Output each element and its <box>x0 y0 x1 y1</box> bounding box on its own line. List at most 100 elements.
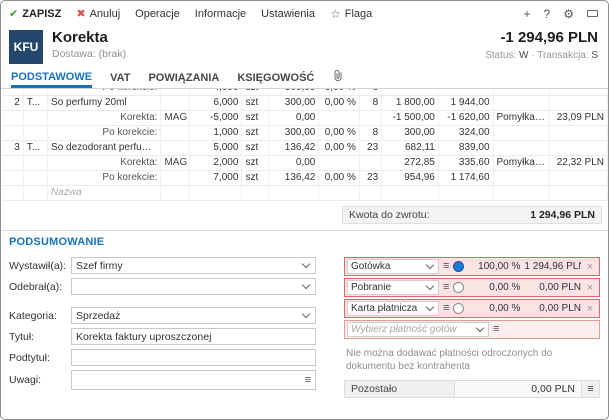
payment-row: Pobranie ≡ 0,00 % 0,00 PLN × <box>344 278 600 297</box>
help-icon[interactable]: ? <box>544 7 551 21</box>
payment-options-icon[interactable]: ≡ <box>443 282 449 293</box>
cell-discount[interactable]: 0,00 % <box>318 140 360 156</box>
cell-reason[interactable]: Pomyłka w i... <box>493 110 551 126</box>
cell-gross: -1 620,00 <box>438 110 494 126</box>
cell-unit: szt <box>241 110 269 126</box>
cell-discount[interactable]: 0,00 % <box>318 89 360 96</box>
cell-discount: 0,00 % <box>318 125 360 141</box>
cell-reason[interactable]: Pomyłka w i... <box>493 155 551 171</box>
chevron-down-icon <box>425 260 435 270</box>
payment-options-icon[interactable]: ≡ <box>443 261 449 272</box>
cell-type: T... <box>23 140 49 156</box>
payment-type-select[interactable]: Gotówka <box>347 259 439 274</box>
status-label: Status: <box>485 50 517 61</box>
table-row-correction: Korekta: MAG -5,000 szt 0,00 -1 500,00 -… <box>3 110 608 126</box>
payment-options-icon[interactable]: ≡ <box>443 303 449 314</box>
menu-informacje[interactable]: Informacje <box>195 8 246 20</box>
cell-price[interactable]: 0,00 <box>268 110 320 126</box>
cell-vat[interactable]: 23 <box>359 140 383 156</box>
notes-label: Uwagi: <box>9 374 42 386</box>
received-by-select[interactable] <box>71 278 316 295</box>
save-button[interactable]: ✔ ZAPISZ <box>9 7 61 21</box>
remaining-value: 0,00 PLN <box>455 381 581 397</box>
cell-type: T... <box>23 95 49 111</box>
document-subtitle[interactable]: Dostawa: (brak) <box>52 48 126 60</box>
document-header: KFU Korekta Dostawa: (brak) -1 294,96 PL… <box>1 26 608 68</box>
cell-lp: 2 <box>3 95 24 111</box>
payment-options-icon[interactable]: ≡ <box>493 324 499 335</box>
cell-gross: 839,00 <box>438 140 494 156</box>
payment-radio[interactable] <box>453 303 465 314</box>
settings-gear-icon[interactable]: ⚙ <box>563 7 574 21</box>
payment-percent[interactable]: 100,00 % <box>468 261 520 272</box>
chevron-down-icon <box>425 302 435 312</box>
flag-button[interactable]: ☆ Flaga <box>330 7 372 21</box>
payment-row: Karta płatnicza ≡ 0,00 % 0,00 PLN × <box>344 299 600 318</box>
menu-operacje[interactable]: Operacje <box>135 8 180 20</box>
cancel-button-label: Anuluj <box>89 7 121 20</box>
cell-qty[interactable]: -5,000 <box>189 110 243 126</box>
cell-warehouse[interactable]: MAG <box>160 155 190 171</box>
tab-ksiegowosc[interactable]: KSIĘGOWOŚĆ <box>237 72 314 88</box>
document-type-badge: KFU <box>9 30 43 64</box>
remove-payment-icon[interactable]: × <box>585 261 595 273</box>
tab-vat[interactable]: VAT <box>110 72 130 88</box>
tab-attachments[interactable] <box>332 69 344 88</box>
cell-qty: 7,000 <box>189 170 243 186</box>
cell-vat: 8 <box>359 125 383 141</box>
tab-podstawowe[interactable]: PODSTAWOWE <box>11 71 93 88</box>
add-payment-row: Wybierz płatność gotów ≡ <box>344 320 600 339</box>
cell-name[interactable]: So dezodorant perfumowa... <box>47 140 162 156</box>
payment-radio[interactable] <box>453 261 465 272</box>
remaining-label: Pozostało <box>345 381 455 397</box>
cell-gross: 335,60 <box>438 155 494 171</box>
transaction-value: S <box>591 50 598 61</box>
star-icon: ☆ <box>329 6 341 21</box>
payment-radio[interactable] <box>453 282 465 293</box>
cancel-button[interactable]: ✖ Anuluj <box>76 7 121 21</box>
subtitle-input[interactable] <box>71 349 316 366</box>
cell-vat[interactable]: 8 <box>359 95 383 111</box>
collapse-panel-icon[interactable] <box>587 10 598 17</box>
payment-type-value: Pobranie <box>351 282 392 293</box>
add-window-icon[interactable]: + <box>524 7 531 21</box>
table-row-after-correction: Po korekcie: 7,000 szt 136,42 0,00 % 23 … <box>3 170 608 186</box>
payment-amount[interactable]: 1 294,96 PLN <box>524 261 581 272</box>
cell-qty[interactable]: 2,000 <box>189 155 243 171</box>
table-row-new: Nazwa <box>3 185 608 201</box>
payment-type-select[interactable]: Karta płatnicza <box>347 301 439 316</box>
remove-payment-icon[interactable]: × <box>585 282 595 294</box>
issued-by-value: Szef firmy <box>76 259 123 272</box>
payment-type-select[interactable]: Pobranie <box>347 280 439 295</box>
cell-discount[interactable]: 0,00 % <box>318 95 360 111</box>
notes-input[interactable]: ≡ <box>71 370 316 390</box>
issued-by-select[interactable]: Szef firmy <box>71 257 316 274</box>
cell-name[interactable]: So perfumy 20ml <box>47 95 162 111</box>
tab-powiazania[interactable]: POWIĄZANIA <box>148 72 219 88</box>
cell-discount: 0,00 % <box>318 170 360 186</box>
summary-section: PODSUMOWANIE Wystawił(a): Szef firmy Ode… <box>1 231 608 398</box>
remove-payment-icon[interactable]: × <box>585 303 595 315</box>
title-input[interactable]: Korekta faktury uproszczonej <box>71 328 316 345</box>
payment-amount[interactable]: 0,00 PLN <box>524 282 581 293</box>
cell-price[interactable]: 136,42 <box>268 140 320 156</box>
payment-percent[interactable]: 0,00 % <box>468 303 520 314</box>
cell-qty[interactable]: 5,000 <box>189 140 243 156</box>
new-item-name-input[interactable]: Nazwa <box>47 185 162 201</box>
cell-warehouse[interactable]: MAG <box>160 110 190 126</box>
cell-price[interactable]: 300,00 <box>268 95 320 111</box>
cell-gross: 324,00 <box>438 125 494 141</box>
add-payment-select[interactable]: Wybierz płatność gotów <box>347 322 489 337</box>
menu-ustawienia[interactable]: Ustawienia <box>261 8 315 20</box>
cell-qty[interactable]: 6,000 <box>189 95 243 111</box>
payment-type-value: Karta płatnicza <box>351 303 418 314</box>
cell-unit: szt <box>241 170 269 186</box>
cell-unit: szt <box>241 125 269 141</box>
row-sublabel: Korekta: <box>47 155 162 171</box>
remaining-menu-icon[interactable]: ≡ <box>581 381 599 397</box>
category-select[interactable]: Sprzedaż <box>71 307 316 324</box>
payment-percent[interactable]: 0,00 % <box>468 282 520 293</box>
payment-amount[interactable]: 0,00 PLN <box>524 303 581 314</box>
cell-price[interactable]: 0,00 <box>268 155 320 171</box>
expand-menu-icon[interactable]: ≡ <box>305 374 311 386</box>
